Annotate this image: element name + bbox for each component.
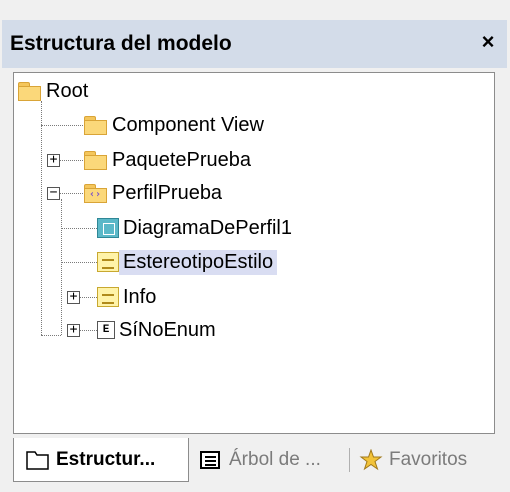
tab-estructura[interactable]: Estructur...: [13, 438, 189, 482]
list-icon: [199, 449, 223, 471]
tree-line: [41, 125, 85, 126]
tree-line: [61, 262, 97, 263]
tree-node-label: Info: [123, 285, 157, 308]
tab-separator: [349, 448, 350, 472]
enumeration-icon: E: [97, 321, 115, 339]
expand-toggle[interactable]: +: [67, 323, 80, 337]
window-title: Estructura del modelo: [10, 32, 232, 55]
model-tree[interactable]: Root Component View + PaquetePrueba − ‹›…: [13, 72, 495, 434]
star-icon: [359, 448, 383, 471]
tree-node-perfilprueba[interactable]: ‹› PerfilPrueba: [84, 179, 226, 207]
profile-diagram-icon: [97, 218, 119, 238]
folder-icon: [84, 115, 108, 135]
expand-toggle[interactable]: +: [67, 290, 80, 304]
tree-node-diagramadeperfil1[interactable]: DiagramaDePerfil1: [97, 214, 296, 242]
tree-node-label: DiagramaDePerfil1: [123, 216, 292, 239]
tree-node-label: Root: [46, 79, 89, 102]
expand-toggle[interactable]: +: [47, 153, 60, 167]
tree-line: [41, 335, 61, 336]
tree-node-label: PerfilPrueba: [112, 181, 223, 204]
tree-node-label: Component View: [112, 113, 264, 136]
collapse-toggle[interactable]: −: [47, 186, 60, 200]
profile-folder-icon: ‹›: [84, 183, 108, 203]
tab-label: Estructur...: [56, 448, 156, 470]
tree-node-sinoenum[interactable]: E SíNoEnum: [97, 316, 220, 344]
folder-icon: [84, 150, 108, 170]
tree-node-info[interactable]: Info: [97, 283, 160, 311]
tree-node-label: SíNoEnum: [119, 318, 216, 341]
folder-icon: [18, 81, 42, 101]
tree-node-label: EstereotipoEstilo: [119, 249, 278, 275]
close-button[interactable]: ×: [477, 30, 499, 54]
tab-label: Favoritos: [389, 449, 468, 470]
tree-node-label: PaquetePrueba: [112, 148, 252, 171]
window-titlebar: Estructura del modelo ×: [2, 20, 507, 68]
tree-line: [61, 199, 62, 335]
tree-node-estereotipoestilo[interactable]: EstereotipoEstilo: [97, 248, 278, 276]
tab-favoritos[interactable]: Favoritos: [359, 438, 499, 482]
model-structure-window: Estructura del modelo × Root Component V…: [0, 0, 510, 492]
tree-line: [41, 101, 42, 335]
tab-label: Árbol de ...: [229, 449, 321, 470]
tree-node-component-view[interactable]: Component View: [84, 111, 268, 139]
tree-node-paqueteprueba[interactable]: PaquetePrueba: [84, 146, 255, 174]
folder-outline-icon: [26, 449, 50, 471]
tab-arbol[interactable]: Árbol de ...: [199, 438, 349, 482]
stereotype-icon: [97, 252, 119, 272]
window-tabs: Estructur... Árbol de ... Favoritos: [13, 438, 503, 482]
stereotype-icon: [97, 287, 119, 307]
tree-node-root[interactable]: Root: [18, 77, 92, 105]
tree-line: [61, 228, 97, 229]
